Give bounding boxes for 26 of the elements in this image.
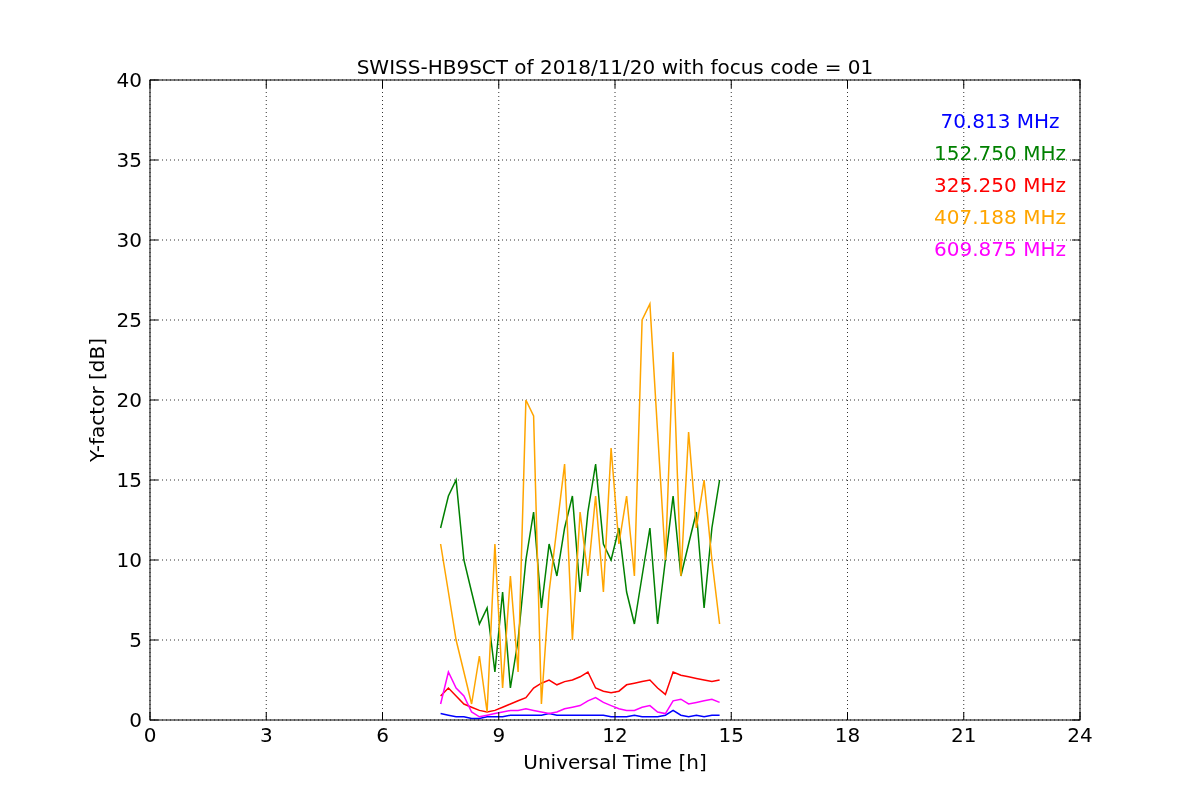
legend-label: 70.813 MHz [940, 109, 1060, 133]
y-tick-label: 10 [116, 548, 142, 572]
x-tick-label: 18 [834, 723, 861, 747]
y-tick-label: 35 [116, 148, 142, 172]
x-tick-label: 24 [1067, 723, 1093, 747]
y-tick-label: 20 [116, 388, 142, 412]
legend-label: 609.875 MHz [934, 237, 1066, 261]
x-axis-label: Universal Time [h] [523, 750, 707, 774]
legend-label: 152.750 MHz [934, 141, 1066, 165]
x-tick-label: 0 [143, 723, 157, 747]
chart-title: SWISS-HB9SCT of 2018/11/20 with focus code = 01 [356, 55, 874, 79]
legend-label: 325.250 MHz [934, 173, 1066, 197]
legend-label: 407.188 MHz [934, 205, 1066, 229]
x-tick-label: 21 [951, 723, 977, 747]
y-axis-label: Y-factor [dB] [85, 338, 109, 462]
x-tick-label: 3 [259, 723, 273, 747]
x-tick-label: 9 [492, 723, 506, 747]
x-tick-label: 12 [602, 723, 628, 747]
x-tick-label: 15 [718, 723, 744, 747]
y-tick-label: 40 [116, 68, 142, 92]
y-tick-label: 0 [129, 708, 142, 732]
y-tick-label: 25 [116, 308, 142, 332]
y-tick-label: 30 [116, 228, 142, 252]
y-tick-label: 15 [116, 468, 142, 492]
y-tick-label: 5 [129, 628, 142, 652]
x-tick-label: 6 [376, 723, 389, 747]
